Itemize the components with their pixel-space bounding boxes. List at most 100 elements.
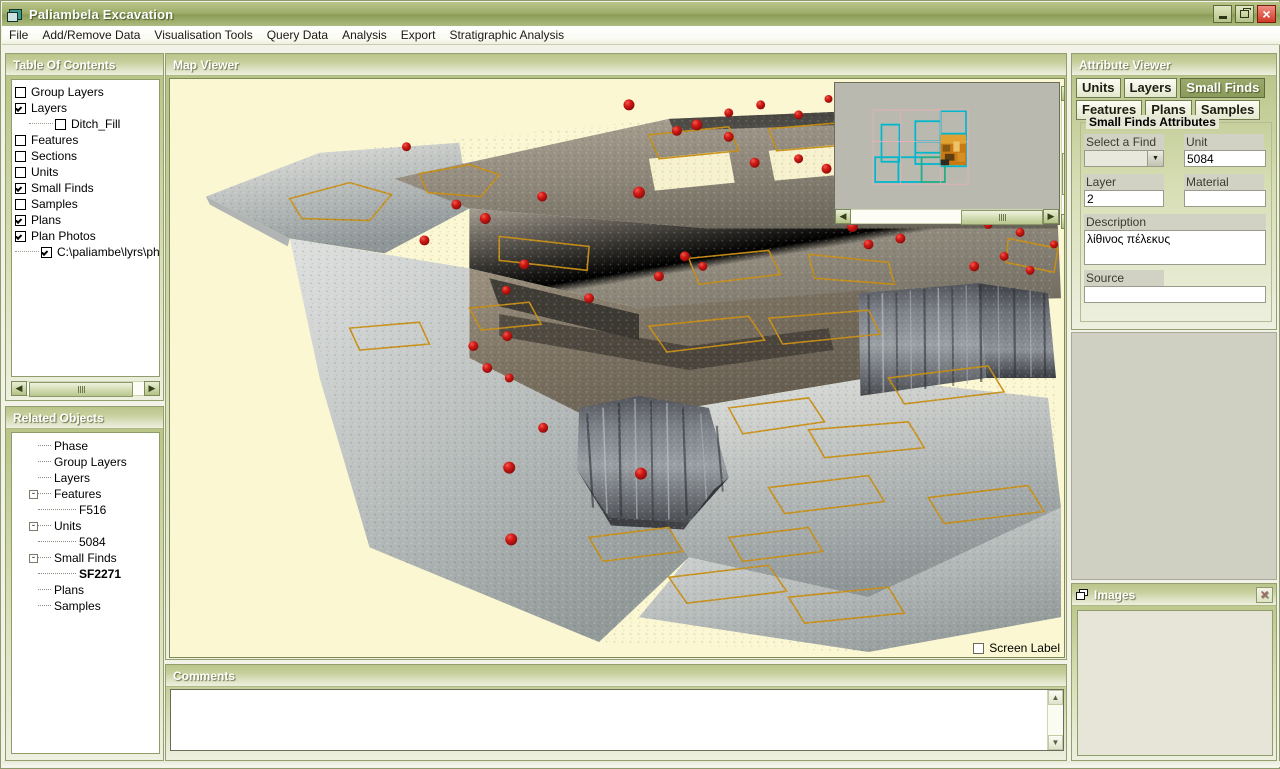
overview-vscroll-thumb[interactable] xyxy=(1062,153,1064,195)
select-a-find-label: Select a Find xyxy=(1084,134,1164,151)
overview-scroll-down-button[interactable]: ▼ xyxy=(1061,214,1064,229)
comments-scroll-track[interactable] xyxy=(1048,705,1063,735)
related-object-f516[interactable]: F516 xyxy=(14,502,157,518)
overview-scroll-track[interactable] xyxy=(851,209,1043,225)
layer-field[interactable]: 2 xyxy=(1084,190,1164,207)
tree-connector xyxy=(38,493,51,495)
related-object-phase[interactable]: Phase xyxy=(14,438,157,454)
related-object-5084[interactable]: 5084 xyxy=(14,534,157,550)
toc-checkbox[interactable] xyxy=(15,150,26,162)
related-object-features[interactable]: - Features xyxy=(14,486,157,502)
toc-item-sections[interactable]: Sections xyxy=(15,148,156,164)
comments-field-wrapper[interactable]: ▲ ▼ xyxy=(170,689,1064,751)
overview-scroll-up-button[interactable]: ▲ xyxy=(1061,86,1064,101)
tab-small-finds[interactable]: Small Finds xyxy=(1180,78,1266,98)
toc-item-layers[interactable]: Layers xyxy=(15,100,156,116)
overview-horizontal-scrollbar[interactable]: ◀ ▶ xyxy=(835,209,1059,225)
related-object-units[interactable]: - Units xyxy=(14,518,157,534)
related-object-group-layers[interactable]: Group Layers xyxy=(14,454,157,470)
related-objects-tree[interactable]: Phase Group Layers Layers - Features F516 - Uni… xyxy=(11,432,160,754)
toc-item-features[interactable]: Features xyxy=(15,132,156,148)
comments-vertical-scrollbar[interactable]: ▲ ▼ xyxy=(1047,690,1063,750)
collapse-expander-icon[interactable]: - xyxy=(29,553,38,563)
menu-export[interactable]: Export xyxy=(394,26,443,44)
collapse-expander-icon[interactable]: - xyxy=(29,489,38,499)
toc-item-label: Sections xyxy=(31,149,78,163)
menu-stratigraphic-analysis[interactable]: Stratigraphic Analysis xyxy=(442,26,571,44)
chevron-down-icon[interactable]: ▼ xyxy=(1147,151,1163,166)
grip-icon xyxy=(998,214,1006,221)
related-object-sf2271[interactable]: SF2271 xyxy=(14,566,157,582)
menu-file[interactable]: File xyxy=(2,26,35,44)
map-viewer-canvas[interactable]: ◀ ▶ ▲ ▼ Screen Label xyxy=(169,78,1065,658)
collapse-expander-icon[interactable]: - xyxy=(29,521,38,531)
related-object-plans[interactable]: Plans xyxy=(14,582,157,598)
overview-scroll-left-button[interactable]: ◀ xyxy=(835,209,851,224)
menu-analysis[interactable]: Analysis xyxy=(335,26,394,44)
close-button[interactable]: × xyxy=(1257,5,1276,23)
toc-item-plans[interactable]: Plans xyxy=(15,212,156,228)
toc-item-ditch-fill[interactable]: Ditch_Fill xyxy=(15,116,156,132)
window-title: Paliambela Excavation xyxy=(29,6,174,22)
comments-textarea[interactable] xyxy=(171,690,1047,750)
toc-checkbox[interactable] xyxy=(15,214,26,226)
related-object-label: 5084 xyxy=(79,535,106,549)
tab-units[interactable]: Units xyxy=(1076,78,1121,98)
screen-label-text: Screen Label xyxy=(989,641,1060,655)
images-close-button[interactable]: × xyxy=(1256,586,1273,603)
menu-query-data[interactable]: Query Data xyxy=(260,26,335,44)
unit-label: Unit xyxy=(1184,134,1264,151)
overview-vertical-scrollbar[interactable]: ▲ ▼ xyxy=(1061,86,1064,229)
description-field[interactable]: λίθινος πέλεκυς xyxy=(1084,230,1266,265)
toc-scroll-track[interactable] xyxy=(27,381,144,397)
comments-scroll-up-button[interactable]: ▲ xyxy=(1048,690,1063,705)
toc-checkbox[interactable] xyxy=(15,182,26,194)
source-field[interactable] xyxy=(1084,286,1266,303)
unit-field[interactable]: 5084 xyxy=(1184,150,1266,167)
comments-scroll-down-button[interactable]: ▼ xyxy=(1048,735,1063,750)
toc-item-samples[interactable]: Samples xyxy=(15,196,156,212)
toc-checkbox[interactable] xyxy=(15,198,26,210)
window-controls: × xyxy=(1213,5,1276,23)
menu-add-remove-data[interactable]: Add/Remove Data xyxy=(35,26,147,44)
select-a-find-combobox[interactable]: ▼ xyxy=(1084,150,1164,167)
toc-checkbox[interactable] xyxy=(55,118,66,130)
related-object-layers[interactable]: Layers xyxy=(14,470,157,486)
restore-button[interactable] xyxy=(1235,5,1254,23)
toc-scroll-left-button[interactable]: ◀ xyxy=(11,381,27,396)
screen-label-checkbox[interactable] xyxy=(973,642,985,654)
toc-scroll-thumb[interactable] xyxy=(29,382,133,397)
menu-visualisation-tools[interactable]: Visualisation Tools xyxy=(147,26,259,44)
screen-label-control[interactable]: Screen Label xyxy=(973,641,1060,655)
toc-item-c-paliambe-lyrs-ph[interactable]: C:\paliambe\lyrs\ph xyxy=(15,244,159,260)
toc-tree[interactable]: Group Layers Layers Ditch_Fill Features Sect… xyxy=(11,79,160,377)
toc-item-units[interactable]: Units xyxy=(15,164,156,180)
toc-checkbox[interactable] xyxy=(15,86,26,98)
toc-checkbox[interactable] xyxy=(15,166,26,178)
toc-scroll-right-button[interactable]: ▶ xyxy=(144,381,160,396)
toc-panel-title: Table Of Contents xyxy=(6,54,163,76)
toc-item-small-finds[interactable]: Small Finds xyxy=(15,180,156,196)
overview-canvas[interactable] xyxy=(835,83,1059,209)
application-icon xyxy=(7,7,23,22)
toc-horizontal-scrollbar[interactable]: ◀ ▶ xyxy=(11,381,160,397)
overview-scroll-right-button[interactable]: ▶ xyxy=(1043,209,1059,224)
toc-checkbox[interactable] xyxy=(41,246,52,258)
overview-scroll-thumb[interactable] xyxy=(961,210,1043,225)
toc-checkbox[interactable] xyxy=(15,134,26,146)
toc-item-label: Plans xyxy=(31,213,62,227)
minimize-button[interactable] xyxy=(1213,5,1232,23)
images-thumbnail-area[interactable] xyxy=(1077,610,1273,756)
images-panel-header: Images × xyxy=(1072,584,1276,606)
toc-item-group-layers[interactable]: Group Layers xyxy=(15,84,156,100)
toc-checkbox[interactable] xyxy=(15,102,26,114)
related-object-small-finds[interactable]: - Small Finds xyxy=(14,550,157,566)
toc-checkbox[interactable] xyxy=(15,230,26,242)
overview-map[interactable]: ◀ ▶ ▲ ▼ xyxy=(834,82,1064,229)
toc-item-plan-photos[interactable]: Plan Photos xyxy=(15,228,156,244)
related-object-samples[interactable]: Samples xyxy=(14,598,157,614)
material-field[interactable] xyxy=(1184,190,1266,207)
overview-vscroll-track[interactable] xyxy=(1061,101,1064,214)
material-label: Material xyxy=(1184,174,1264,191)
tab-layers[interactable]: Layers xyxy=(1123,78,1178,98)
